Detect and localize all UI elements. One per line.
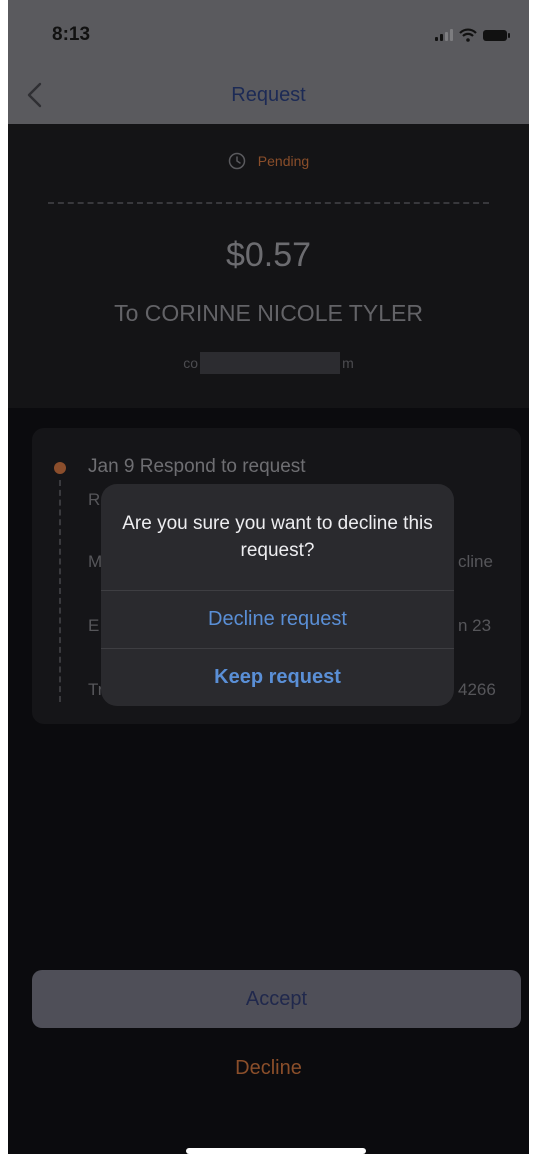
email-suffix: m bbox=[342, 355, 354, 371]
status-row: Pending bbox=[8, 152, 529, 170]
timeline-dot bbox=[54, 462, 66, 474]
timeline-fragment: E bbox=[88, 616, 100, 635]
request-amount: $0.57 bbox=[225, 236, 312, 274]
decline-request-button[interactable]: Decline request bbox=[101, 591, 454, 648]
timeline-heading: Jan 9 Respond to request bbox=[88, 456, 306, 477]
timeline-fragment: R bbox=[88, 490, 101, 509]
phone-screen: 8:13 Request Pending $0.57 To CORINNE NI… bbox=[8, 0, 529, 1154]
confirm-dialog: Are you sure you want to decline this re… bbox=[101, 484, 454, 706]
accept-button[interactable]: Accept bbox=[32, 970, 521, 1028]
nav-bar: Request bbox=[8, 66, 529, 124]
battery-icon bbox=[483, 29, 510, 41]
recipient-name: To CORINNE NICOLE TYLER bbox=[114, 300, 423, 326]
wifi-icon bbox=[459, 28, 477, 42]
status-icons bbox=[435, 28, 510, 42]
request-summary: Pending $0.57 To CORINNE NICOLE TYLER co… bbox=[8, 124, 529, 408]
email-prefix: co bbox=[183, 355, 199, 371]
keep-request-button[interactable]: Keep request bbox=[101, 649, 454, 706]
status-time: 8:13 bbox=[52, 24, 91, 45]
recipient-email: co m bbox=[8, 352, 529, 374]
divider bbox=[48, 202, 489, 204]
page-title: Request bbox=[231, 84, 306, 106]
email-redaction bbox=[200, 352, 341, 374]
status-bar: 8:13 bbox=[8, 0, 529, 66]
timeline-fragment: cline bbox=[458, 552, 493, 571]
status-badge: Pending bbox=[257, 153, 310, 169]
clock-icon bbox=[228, 152, 246, 170]
dialog-message: Are you sure you want to decline this re… bbox=[122, 513, 433, 561]
home-indicator[interactable] bbox=[186, 1148, 366, 1154]
timeline-fragment: n 23 bbox=[458, 616, 492, 635]
signal-icon bbox=[435, 29, 453, 41]
decline-button[interactable]: Decline bbox=[8, 1057, 529, 1080]
timeline-line bbox=[59, 480, 61, 702]
timeline-fragment: 4266 bbox=[458, 680, 496, 699]
